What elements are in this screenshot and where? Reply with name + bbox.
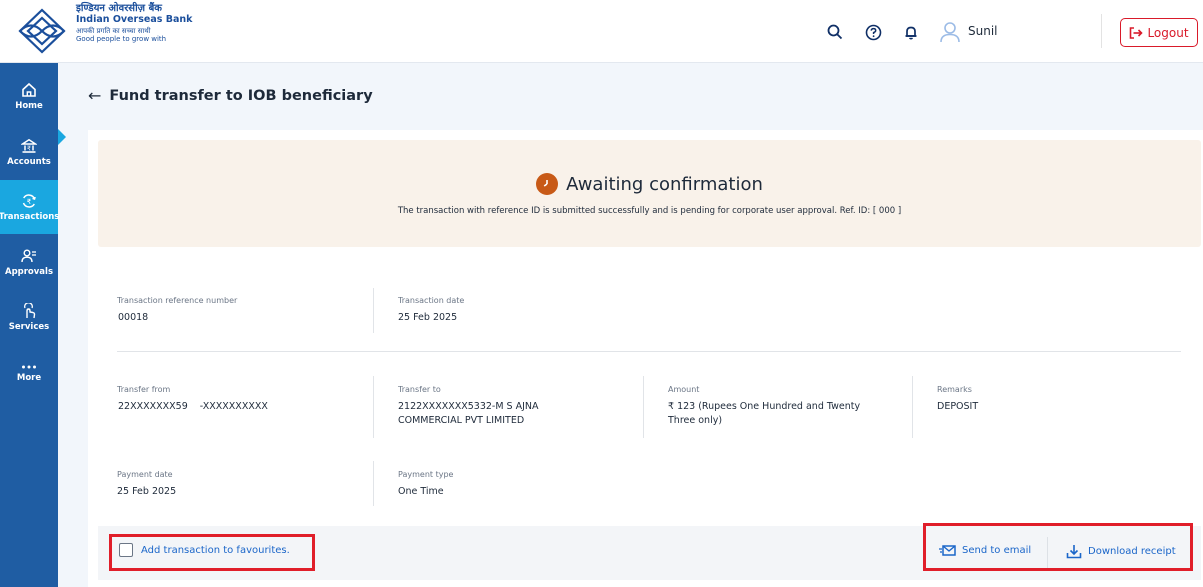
- home-icon: [22, 82, 36, 97]
- user-icon[interactable]: [938, 20, 962, 44]
- sidebar-item-approvals[interactable]: Approvals: [0, 235, 58, 289]
- sidebar-item-transactions[interactable]: ₹ Transactions: [0, 180, 60, 234]
- transfer-from-field: Transfer from 22XXXXXXX59 -XXXXXXXXXX: [117, 385, 268, 414]
- status-header: Awaiting confirmation: [98, 173, 1201, 195]
- field-label: Remarks: [937, 385, 972, 394]
- sidebar-item-label: Transactions: [0, 211, 60, 222]
- more-dots-icon: [22, 365, 36, 368]
- bell-icon[interactable]: [901, 22, 921, 42]
- top-header: इण्डियन ओवरसीज़ बैंक Indian Overseas Ban…: [0, 0, 1203, 63]
- bank-logo[interactable]: [14, 6, 70, 56]
- field-label: Transfer to: [398, 385, 441, 394]
- approvals-icon: [21, 249, 36, 262]
- transfer-to-line1: 2122XXXXXXX5332-M S AJNA: [398, 401, 539, 412]
- highlight-box-favourite: [109, 534, 315, 571]
- page-title: Fund transfer to IOB beneficiary: [109, 87, 373, 104]
- logout-icon: [1130, 26, 1144, 39]
- field-label: Amount: [668, 385, 700, 394]
- divider: [373, 376, 374, 438]
- amount-value: ₹ 123 (Rupees One Hundred and Twenty Thr…: [668, 400, 860, 428]
- sidebar-item-more[interactable]: More: [0, 346, 58, 400]
- brand-hindi-name: इण्डियन ओवरसीज़ बैंक: [76, 3, 162, 14]
- sidebar-item-label: More: [16, 372, 42, 383]
- payment-type-field: Payment type One Time: [398, 470, 453, 499]
- logout-label: Logout: [1147, 25, 1189, 40]
- divider: [373, 461, 374, 506]
- amount-line2: Three only): [668, 414, 723, 426]
- ref-number-field: Transaction reference number 00018: [117, 296, 237, 325]
- help-icon[interactable]: [863, 22, 883, 42]
- sidebar-item-home[interactable]: Home: [0, 69, 58, 123]
- transaction-date-value: 25 Feb 2025: [398, 312, 458, 323]
- divider: [373, 288, 374, 333]
- highlight-box-actions: [923, 523, 1193, 571]
- payment-date-field: Payment date 25 Feb 2025: [117, 470, 176, 499]
- back-arrow-icon[interactable]: ←: [88, 86, 101, 105]
- payment-type-value: One Time: [398, 486, 444, 497]
- brand-tagline: Good people to grow with: [76, 34, 167, 43]
- transfer-to-field: Transfer to 2122XXXXXXX5332-M S AJNA COM…: [398, 385, 539, 428]
- sidebar-item-accounts[interactable]: ₹ Accounts: [0, 125, 58, 179]
- action-bar: Add transaction to favourites. Send to e…: [98, 523, 1201, 580]
- remarks-value: DEPOSIT: [937, 401, 979, 412]
- remarks-field: Remarks DEPOSIT: [937, 385, 978, 414]
- field-label: Payment type: [398, 470, 454, 479]
- field-label: Payment date: [117, 470, 173, 479]
- page-title-bar: ← Fund transfer to IOB beneficiary: [88, 86, 373, 105]
- logout-button[interactable]: Logout: [1120, 18, 1198, 47]
- sidebar: Home ₹ Accounts ₹ Transactions Approvals…: [0, 63, 60, 587]
- bank-icon: ₹: [21, 138, 37, 153]
- field-label: Transfer from: [117, 385, 171, 394]
- sidebar-item-label: Services: [8, 321, 50, 332]
- transfer-to-line2: COMMERCIAL PVT LIMITED: [398, 414, 525, 426]
- field-label: Transaction date: [398, 296, 465, 305]
- user-name[interactable]: Sunil: [968, 24, 998, 38]
- services-icon: [24, 302, 36, 318]
- payment-date-value: 25 Feb 2025: [117, 486, 177, 497]
- amount-field: Amount ₹ 123 (Rupees One Hundred and Twe…: [668, 385, 860, 428]
- ref-number-value: 00018: [118, 312, 149, 323]
- sidebar-item-services[interactable]: Services: [0, 290, 58, 344]
- brand-text: इण्डियन ओवरसीज़ बैंक Indian Overseas Ban…: [76, 4, 192, 43]
- sidebar-item-label: Home: [15, 100, 43, 111]
- divider: [912, 376, 913, 438]
- brand-english-name: Indian Overseas Bank: [76, 14, 193, 25]
- search-icon[interactable]: [825, 22, 845, 42]
- svg-text:₹: ₹: [27, 198, 32, 206]
- svg-text:₹: ₹: [27, 144, 31, 152]
- transfer-from-value: 22XXXXXXX59 -XXXXXXXXXX: [118, 401, 268, 412]
- sidebar-item-label: Approvals: [4, 266, 54, 277]
- sidebar-item-label: Accounts: [7, 156, 51, 167]
- transaction-date-field: Transaction date 25 Feb 2025: [398, 296, 464, 325]
- status-title: Awaiting confirmation: [566, 173, 763, 195]
- active-indicator: [58, 129, 66, 145]
- transaction-card: Awaiting confirmation The transaction wi…: [88, 130, 1203, 587]
- clock-icon: [536, 173, 559, 195]
- amount-line1: ₹ 123 (Rupees One Hundred and Twenty: [668, 401, 861, 412]
- divider: [643, 376, 644, 438]
- rupee-cycle-icon: ₹: [22, 193, 36, 208]
- section-divider: [117, 351, 1181, 352]
- brand-hindi-tagline: आपकी प्रगति का सच्चा साथी: [76, 26, 151, 35]
- header-divider: [1101, 14, 1102, 48]
- transfer-to-value: 2122XXXXXXX5332-M S AJNA COMMERCIAL PVT …: [398, 400, 539, 428]
- status-banner: Awaiting confirmation The transaction wi…: [98, 140, 1201, 247]
- status-message: The transaction with reference ID is sub…: [397, 206, 902, 216]
- field-label: Transaction reference number: [117, 296, 238, 305]
